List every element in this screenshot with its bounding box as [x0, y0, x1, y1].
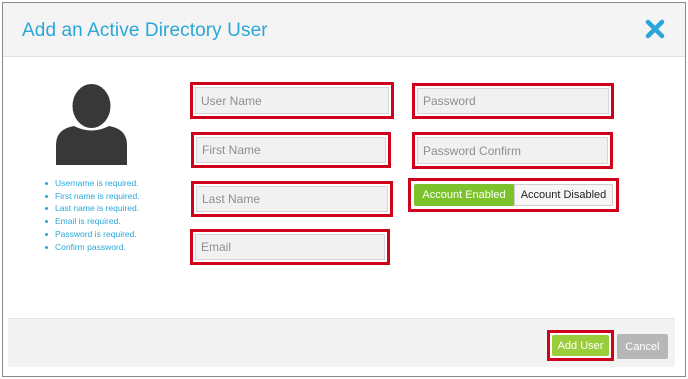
validation-message: Confirm password.	[42, 241, 140, 254]
email-input[interactable]	[195, 234, 385, 260]
lastname-input[interactable]	[196, 186, 388, 212]
dialog-header: Add an Active Directory User	[3, 3, 685, 57]
firstname-field-highlight	[191, 132, 391, 168]
close-icon[interactable]	[644, 18, 666, 40]
email-field-highlight	[190, 229, 390, 265]
lastname-field-highlight	[191, 181, 393, 217]
validation-message: Email is required.	[42, 215, 140, 228]
validation-message: Last name is required.	[42, 202, 140, 215]
password-confirm-input[interactable]	[417, 137, 608, 164]
account-enabled-button[interactable]: Account Enabled	[414, 184, 514, 206]
validation-messages: Username is required. First name is requ…	[42, 177, 140, 253]
add-user-button-highlight: Add User	[547, 330, 614, 361]
account-status-toggle: Account Enabled Account Disabled	[408, 178, 619, 212]
dialog-title: Add an Active Directory User	[22, 20, 268, 41]
username-field-highlight	[190, 82, 394, 119]
firstname-input[interactable]	[196, 137, 386, 163]
password-confirm-field-highlight	[412, 132, 613, 169]
user-avatar-icon	[56, 84, 127, 165]
validation-message: Username is required.	[42, 177, 140, 190]
cancel-button[interactable]: Cancel	[617, 334, 668, 359]
password-field-highlight	[412, 83, 614, 119]
account-disabled-button[interactable]: Account Disabled	[514, 184, 613, 206]
validation-message: First name is required.	[42, 190, 140, 203]
validation-message: Password is required.	[42, 228, 140, 241]
add-user-button[interactable]: Add User	[552, 335, 609, 356]
username-input[interactable]	[195, 87, 389, 114]
password-input[interactable]	[417, 88, 609, 114]
